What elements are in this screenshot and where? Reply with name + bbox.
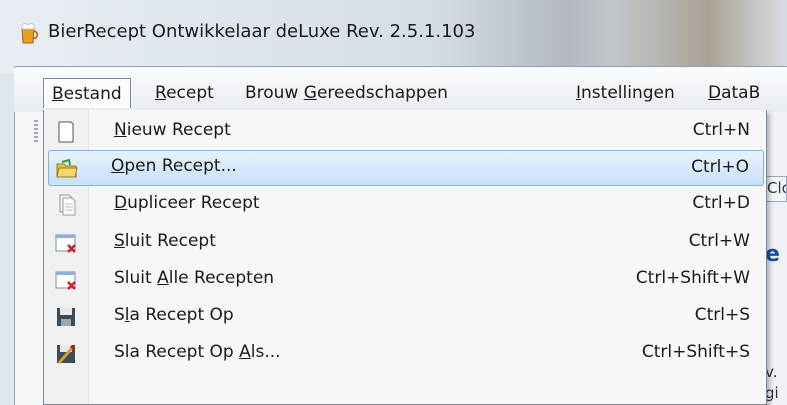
menu-item-label: Sluit Alle Recepten — [114, 268, 275, 288]
menu-item-label: Open Recept... — [111, 156, 237, 176]
menu-item-shortcut: Ctrl+N — [692, 120, 750, 140]
menu-item-sluit-alle-recepten[interactable]: Sluit Alle Recepten Ctrl+Shift+W — [48, 262, 764, 298]
menu-item-shortcut: Ctrl+D — [692, 193, 750, 213]
menu-instellingen[interactable]: Instellingen — [568, 78, 683, 108]
menu-recept[interactable]: Recept — [147, 78, 222, 108]
menu-item-label: Dupliceer Recept — [114, 193, 260, 213]
menu-item-shortcut: Ctrl+Shift+W — [635, 268, 750, 288]
menu-brouw-gereedschappen[interactable]: Brouw Gereedschappen — [237, 78, 456, 108]
menu-item-sluit-recept[interactable]: Sluit Recept Ctrl+W — [48, 225, 764, 261]
toolbar-grip[interactable] — [34, 120, 38, 142]
close-all-icon — [55, 271, 76, 290]
save-icon — [57, 308, 75, 326]
menu-item-label: Sla Recept Op Als... — [114, 342, 281, 362]
menu-database[interactable]: DataB — [700, 78, 768, 108]
menu-item-sla-recept-op[interactable]: Sla Recept Op Ctrl+S — [48, 299, 764, 335]
save-as-icon — [57, 344, 76, 364]
menu-item-shortcut: Ctrl+W — [688, 231, 750, 251]
menu-bar: Bestand Recept Brouw Gereedschappen Inst… — [14, 68, 787, 112]
file-menu-dropdown: Nieuw Recept Ctrl+N Open Recept... Ctrl+… — [43, 110, 767, 405]
menu-item-shortcut: Ctrl+S — [694, 305, 750, 325]
menu-item-open-recept[interactable]: Open Recept... Ctrl+O — [48, 150, 764, 186]
open-folder-icon — [56, 158, 78, 178]
background-text: gi — [765, 384, 779, 402]
menu-item-shortcut: Ctrl+Shift+S — [641, 342, 750, 362]
app-icon — [21, 23, 38, 44]
menu-item-dupliceer-recept[interactable]: Dupliceer Recept Ctrl+D — [48, 187, 764, 223]
title-bar: BierRecept Ontwikkelaar deLuxe Rev. 2.5.… — [0, 0, 787, 74]
menu-item-shortcut: Ctrl+O — [691, 157, 749, 177]
menu-item-label: Nieuw Recept — [114, 120, 231, 140]
window-title: BierRecept Ontwikkelaar deLuxe Rev. 2.5.… — [48, 21, 476, 42]
new-document-icon — [58, 121, 74, 143]
menu-item-sla-recept-op-als[interactable]: Sla Recept Op Als... Ctrl+Shift+S — [48, 336, 764, 372]
duplicate-icon — [59, 194, 76, 216]
menu-item-label: Sluit Recept — [114, 231, 216, 251]
menu-item-nieuw-recept[interactable]: Nieuw Recept Ctrl+N — [48, 114, 764, 150]
close-recipe-icon — [55, 234, 76, 253]
background-heading: e — [765, 242, 780, 267]
menu-item-label: Sla Recept Op — [114, 305, 234, 325]
menu-bestand[interactable]: Bestand — [43, 78, 131, 108]
background-tab[interactable]: Clo — [764, 176, 787, 202]
